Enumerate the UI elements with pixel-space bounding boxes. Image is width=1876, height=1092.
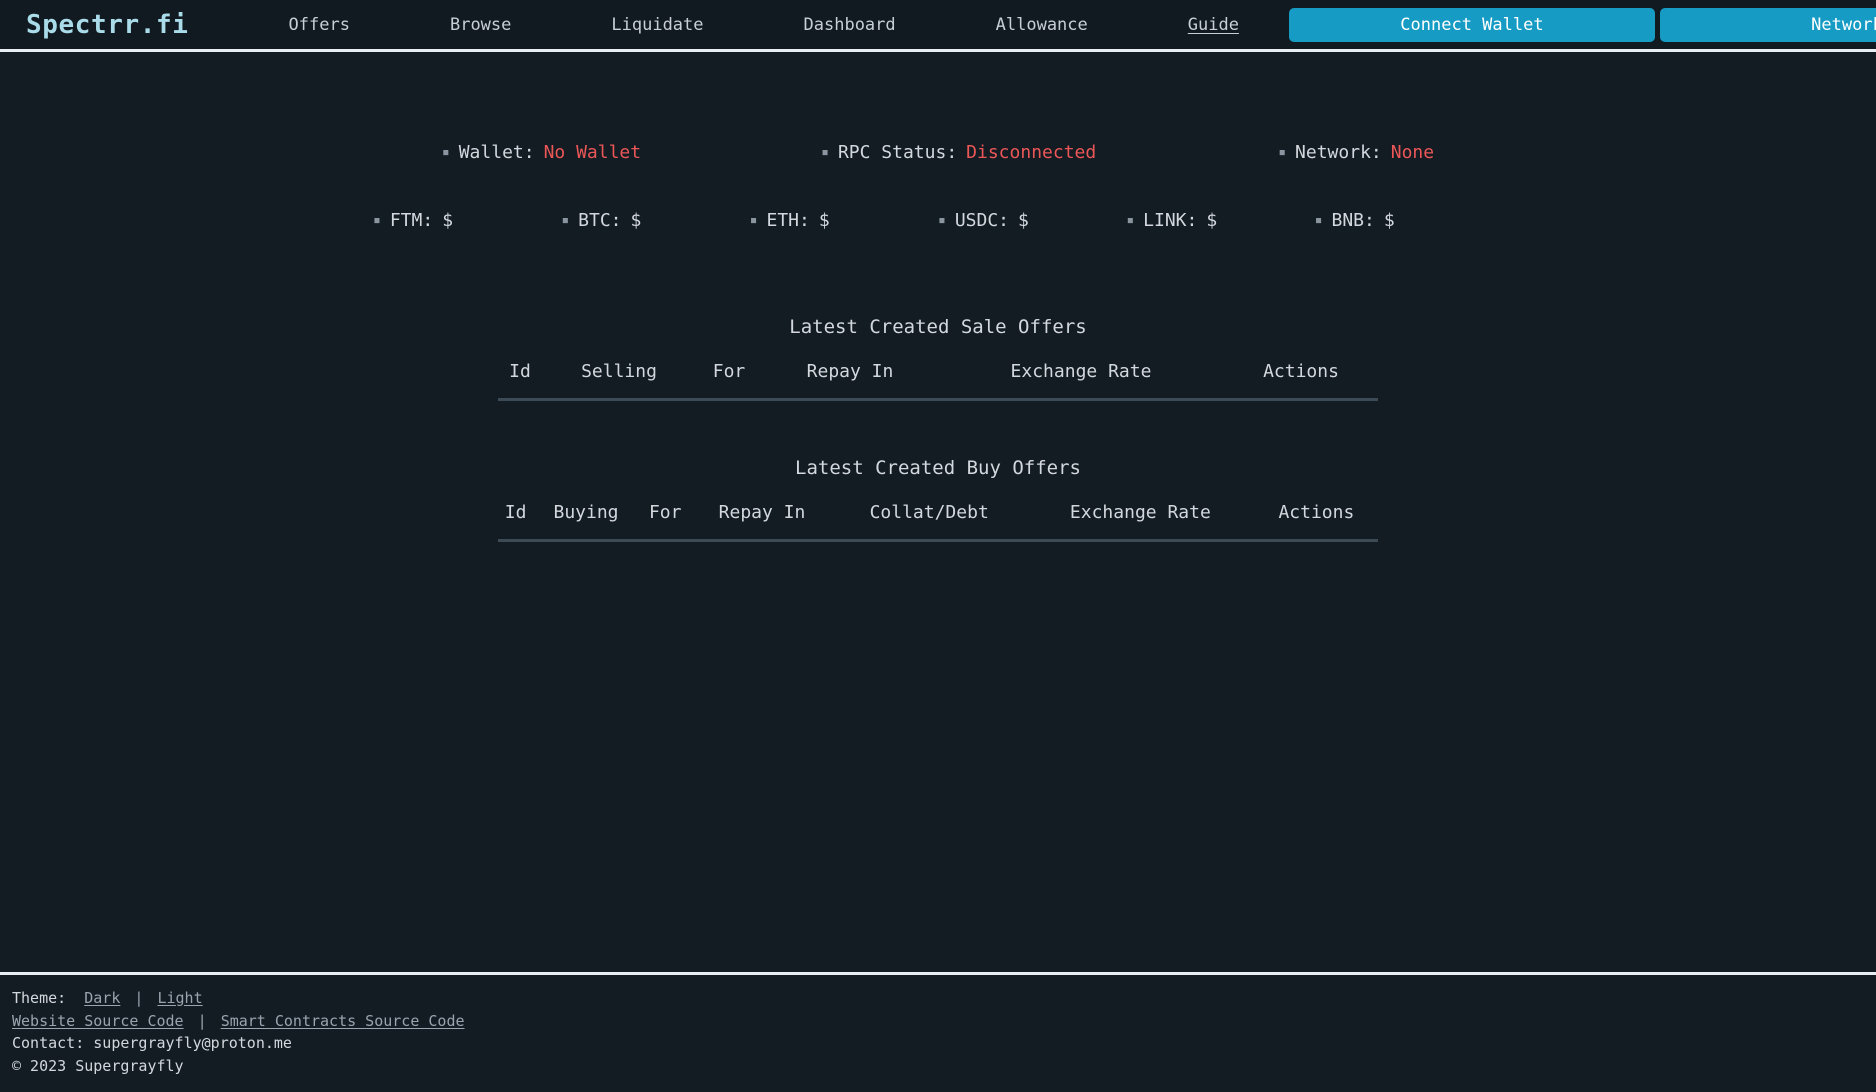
footer-copyright: © 2023 Supergrayfly — [12, 1057, 184, 1076]
buy-col-actions: Actions — [1254, 500, 1378, 542]
price-usdc-value: $ — [1018, 210, 1029, 231]
sale-col-repay-in: Repay In — [762, 359, 938, 401]
nav-actions: Connect Wallet Network — [1288, 7, 1876, 42]
bullet-icon: ▪ — [821, 145, 829, 160]
sale-col-id: Id — [498, 359, 543, 401]
sale-col-selling: Selling — [542, 359, 696, 401]
footer-source-row: Website Source Code | Smart Contracts So… — [12, 1010, 1876, 1033]
sale-offers-section: Latest Created Sale Offers Id Selling Fo… — [498, 316, 1378, 401]
theme-light-link[interactable]: Light — [157, 989, 202, 1007]
bullet-icon: ▪ — [1126, 213, 1135, 228]
price-bnb-name: BNB: — [1331, 210, 1375, 231]
status-network-value: None — [1390, 142, 1435, 163]
sale-col-for: For — [696, 359, 762, 401]
price-ftm-name: FTM: — [389, 210, 434, 231]
nav-link-guide[interactable]: Guide — [1178, 11, 1249, 39]
bullet-icon: ▪ — [1314, 213, 1323, 228]
sale-col-actions: Actions — [1223, 359, 1378, 401]
footer-theme-row: Theme: Dark | Light — [12, 987, 1876, 1010]
buy-col-for: For — [638, 500, 692, 542]
theme-label: Theme: — [12, 988, 67, 1007]
bullet-icon: ▪ — [441, 145, 450, 160]
price-ftm: ▪ FTM: $ — [373, 210, 561, 231]
price-eth-name: ETH: — [766, 210, 810, 231]
price-usdc-name: USDC: — [954, 210, 1010, 231]
navbar: Spectrr.fi Offers Browse Liquidate Dashb… — [0, 0, 1876, 52]
buy-offers-section: Latest Created Buy Offers Id Buying For … — [498, 457, 1378, 542]
smart-contracts-source-code-link[interactable]: Smart Contracts Source Code — [221, 1012, 465, 1030]
status-row: ▪ Wallet: No Wallet ▪ RPC Status: Discon… — [358, 142, 1518, 163]
footer: Theme: Dark | Light Website Source Code … — [0, 971, 1876, 1092]
price-btc-name: BTC: — [578, 210, 622, 231]
footer-contact: Contact: supergrayfly@proton.me — [12, 1034, 292, 1053]
nav-links: Offers Browse Liquidate Dashboard Allowa… — [239, 11, 1289, 39]
main-content: ▪ Wallet: No Wallet ▪ RPC Status: Discon… — [0, 52, 1876, 972]
buy-offers-title: Latest Created Buy Offers — [795, 457, 1081, 479]
status-network-label: Network: — [1295, 142, 1382, 163]
price-usdc: ▪ USDC: $ — [938, 210, 1126, 231]
website-source-code-link[interactable]: Website Source Code — [12, 1012, 184, 1030]
status-network: ▪ Network: None — [1278, 142, 1434, 163]
status-rpc-value: Disconnected — [966, 142, 1097, 163]
status-wallet: ▪ Wallet: No Wallet — [442, 142, 641, 163]
buy-offers-table: Id Buying For Repay In Collat/Debt Excha… — [498, 500, 1378, 542]
buy-col-repay-in: Repay In — [691, 500, 833, 542]
price-ftm-value: $ — [442, 210, 454, 231]
price-eth-value: $ — [818, 210, 830, 231]
status-wallet-value: No Wallet — [543, 142, 642, 163]
brand-logo[interactable]: Spectrr.fi — [26, 10, 189, 40]
status-wallet-label: Wallet: — [458, 142, 535, 163]
sale-offers-title: Latest Created Sale Offers — [789, 316, 1087, 338]
nav-link-allowance[interactable]: Allowance — [986, 11, 1098, 39]
footer-separator: | — [197, 1011, 207, 1030]
nav-link-browse[interactable]: Browse — [440, 11, 521, 39]
sale-offers-header-row: Id Selling For Repay In Exchange Rate Ac… — [498, 359, 1378, 401]
price-link-value: $ — [1206, 210, 1218, 231]
network-button[interactable]: Network — [1659, 7, 1876, 42]
buy-col-id: Id — [498, 500, 534, 542]
buy-col-collat-debt: Collat/Debt — [832, 500, 1026, 542]
status-rpc: ▪ RPC Status: Disconnected — [821, 142, 1096, 163]
sale-offers-table: Id Selling For Repay In Exchange Rate Ac… — [498, 359, 1378, 401]
price-link-name: LINK: — [1143, 210, 1198, 231]
buy-col-exchange-rate: Exchange Rate — [1025, 500, 1255, 542]
bullet-icon: ▪ — [561, 213, 570, 228]
sale-col-exchange-rate: Exchange Rate — [938, 359, 1224, 401]
price-bnb-value: $ — [1383, 210, 1395, 231]
price-btc: ▪ BTC: $ — [561, 210, 749, 231]
price-row: ▪ FTM: $ ▪ BTC: $ ▪ ETH: $ ▪ USDC: $ ▪ L — [373, 210, 1503, 231]
footer-separator: | — [134, 988, 144, 1007]
price-eth: ▪ ETH: $ — [750, 210, 938, 231]
nav-link-offers[interactable]: Offers — [279, 11, 360, 39]
theme-dark-link[interactable]: Dark — [84, 989, 120, 1007]
bullet-icon: ▪ — [938, 213, 946, 228]
buy-offers-header-row: Id Buying For Repay In Collat/Debt Excha… — [498, 500, 1378, 542]
buy-col-buying: Buying — [533, 500, 639, 542]
status-rpc-label: RPC Status: — [837, 142, 958, 163]
app-root: Spectrr.fi Offers Browse Liquidate Dashb… — [0, 0, 1876, 1092]
price-link: ▪ LINK: $ — [1126, 210, 1314, 231]
price-btc-value: $ — [630, 210, 642, 231]
nav-link-dashboard[interactable]: Dashboard — [794, 11, 906, 39]
connect-wallet-button[interactable]: Connect Wallet — [1288, 7, 1655, 42]
price-bnb: ▪ BNB: $ — [1315, 210, 1503, 231]
nav-link-liquidate[interactable]: Liquidate — [601, 11, 713, 39]
bullet-icon: ▪ — [373, 213, 381, 228]
bullet-icon: ▪ — [749, 213, 758, 228]
bullet-icon: ▪ — [1278, 145, 1287, 160]
